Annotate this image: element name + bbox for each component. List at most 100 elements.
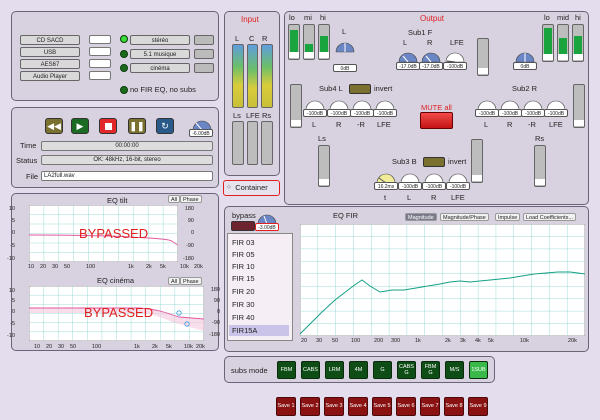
save-9-button[interactable]: Save 9 — [468, 397, 488, 416]
x-tick: 20k — [196, 344, 205, 350]
right-meter-lo — [542, 24, 554, 62]
y-tick: 10 — [8, 288, 15, 294]
sub3b-invert-toggle[interactable] — [423, 157, 445, 167]
eq-tilt-all-button[interactable]: All — [168, 195, 181, 203]
mode-51-musique-button[interactable]: 5.1 musique — [130, 49, 190, 59]
container-button[interactable]: ◇ Container — [223, 180, 280, 196]
play-icon: ▶ — [76, 120, 84, 131]
save-3-button[interactable]: Save 3 — [324, 397, 344, 416]
x-tick: 2k — [146, 264, 152, 270]
eq-cinema-phase-button[interactable]: Phase — [180, 277, 202, 285]
sub4l-meter-readout — [291, 120, 301, 126]
x-tick: 300 — [391, 338, 401, 344]
eq-cinema-title: EQ cinéma — [97, 276, 135, 285]
mode-cinema-button[interactable]: cinéma — [130, 63, 190, 73]
input-label-rs: Rs — [262, 111, 272, 120]
save-8-button[interactable]: Save 8 — [444, 397, 464, 416]
mode-cinema-indicator — [194, 63, 214, 73]
input-channel-c: C — [249, 34, 255, 43]
fir-item-selected[interactable]: FIR15A — [229, 325, 289, 336]
input-meter-ls — [232, 121, 244, 165]
sub4l-invert-toggle[interactable] — [349, 84, 371, 94]
x-tick: 20 — [301, 338, 308, 344]
x-tick: 30 — [316, 338, 323, 344]
subs-mode-ms-button[interactable]: M/S — [445, 361, 464, 379]
rewind-icon: ◀◀ — [47, 120, 61, 131]
left-meter-lo-readout — [289, 52, 299, 58]
fir-tab-load-coefficients[interactable]: Load Coefficients... — [523, 213, 576, 221]
subs-mode-fbm-g-button[interactable]: FBM G — [421, 361, 440, 379]
mode-51-indicator — [194, 49, 214, 59]
eq-tilt-title: EQ tilt — [107, 196, 128, 205]
fir-item[interactable]: FIR 03 — [229, 237, 289, 248]
mode-stereo-button[interactable]: stéréo — [130, 35, 190, 45]
y-tick: -180 — [182, 256, 194, 262]
input-title: Input — [241, 15, 259, 24]
subs-mode-fbm-button[interactable]: FBM — [277, 361, 296, 379]
fir-item[interactable]: FIR 15 — [229, 273, 289, 284]
subs-mode-lrm-button[interactable]: LRM — [325, 361, 344, 379]
input-usb-button[interactable]: USB — [20, 47, 80, 57]
save-6-button[interactable]: Save 6 — [396, 397, 416, 416]
save-5-button[interactable]: Save 5 — [372, 397, 392, 416]
subs-mode-1sub-button[interactable]: 1SUB — [469, 361, 488, 379]
y-tick: 10 — [8, 206, 15, 212]
x-tick: 30 — [58, 344, 65, 350]
input-cd-sacd-button[interactable]: CD SACD — [20, 35, 80, 45]
fir-item[interactable]: FIR 20 — [229, 286, 289, 297]
right-mid-label: mid — [557, 13, 570, 22]
x-tick: 30 — [52, 264, 59, 270]
right-meter-mid-readout — [558, 54, 568, 60]
play-button[interactable]: ▶ — [71, 118, 89, 134]
save-2-button[interactable]: Save 2 — [300, 397, 320, 416]
y-tick: 0 — [11, 309, 15, 315]
input-aes67-button[interactable]: AES67 — [20, 59, 80, 69]
loop-button[interactable]: ↻ — [156, 118, 174, 134]
fir-bypass-toggle[interactable] — [231, 221, 255, 231]
subs-mode-cabs-button[interactable]: CABS — [301, 361, 320, 379]
file-field[interactable]: LA2full.wav — [41, 171, 213, 181]
fir-item[interactable]: FIR 30 — [229, 299, 289, 310]
x-tick: 5k — [160, 264, 166, 270]
input-audio-player-button[interactable]: Audio Player — [20, 71, 80, 81]
fir-item[interactable]: FIR 10 — [229, 261, 289, 272]
y-tick: -5 — [10, 243, 15, 249]
pause-button[interactable]: ❚❚ — [128, 118, 146, 134]
ls-label: Ls — [318, 134, 326, 143]
ls-meter — [318, 145, 330, 187]
input-label-lfe: LFE — [246, 111, 260, 120]
x-tick: 10 — [28, 264, 35, 270]
fir-tab-magnitude-phase[interactable]: Magnitude/Phase — [440, 213, 489, 221]
subs-mode-cabs-g-button[interactable]: CABS G — [397, 361, 416, 379]
fir-tab-magnitude[interactable]: Magnitude — [405, 213, 437, 221]
eq-cinema-all-button[interactable]: All — [168, 277, 181, 285]
subs-mode-g-button[interactable]: G — [373, 361, 392, 379]
file-label: File — [26, 172, 39, 181]
left-l-label: L — [342, 27, 347, 36]
sub3b-invert-label: invert — [448, 157, 467, 166]
eq-tilt-phase-button[interactable]: Phase — [180, 195, 202, 203]
sub1f-title: Sub1 F — [408, 28, 433, 37]
input-meter-lfe — [247, 121, 258, 165]
fir-item[interactable]: FIR 05 — [229, 249, 289, 260]
pause-icon: ❚❚ — [129, 120, 145, 131]
save-1-button[interactable]: Save 1 — [276, 397, 296, 416]
y-tick: 5 — [11, 218, 15, 224]
fir-bypass-label: bypass — [232, 211, 256, 220]
mute-all-button[interactable] — [420, 112, 453, 129]
stop-icon — [104, 122, 112, 130]
x-tick: 10k — [180, 264, 189, 270]
save-4-button[interactable]: Save 4 — [348, 397, 368, 416]
rewind-button[interactable]: ◀◀ — [45, 118, 63, 134]
fir-item[interactable]: FIR 40 — [229, 312, 289, 323]
left-l-knob[interactable] — [333, 36, 357, 54]
x-tick: 4k — [475, 338, 481, 344]
sub2r-title: Sub2 R — [512, 84, 538, 93]
stop-button[interactable] — [99, 118, 117, 134]
sub3b-r-value: -100dB — [422, 182, 446, 190]
fir-tab-impulse[interactable]: Impulse — [495, 213, 521, 221]
save-7-button[interactable]: Save 7 — [420, 397, 440, 416]
subs-mode-4m-button[interactable]: 4M — [349, 361, 368, 379]
sub1f-meter-readout — [478, 68, 488, 74]
left-meter-lo — [288, 24, 300, 60]
